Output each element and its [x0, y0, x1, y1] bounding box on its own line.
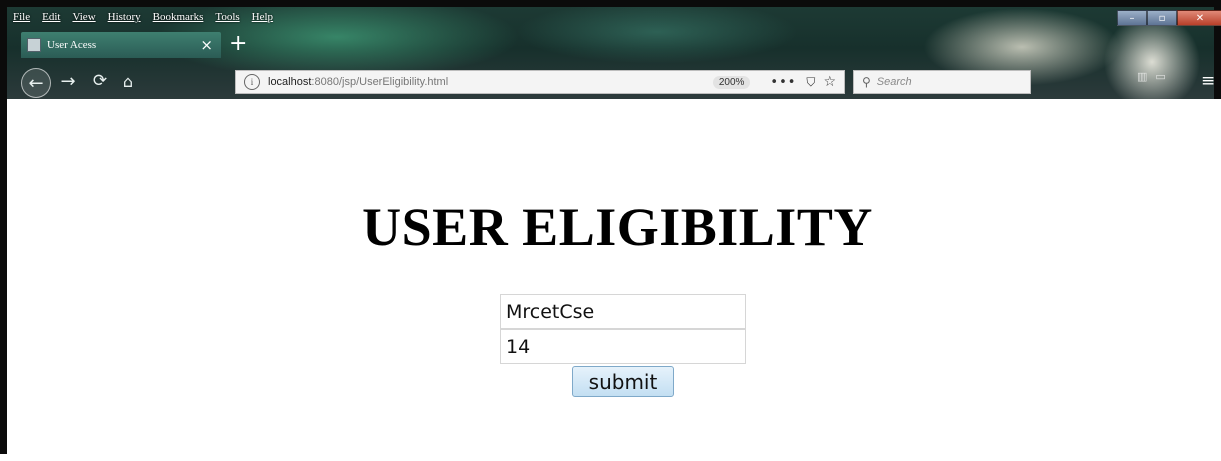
minimize-button[interactable]: –: [1117, 10, 1147, 26]
toolbar-right-icons: ▥ ▭: [1137, 70, 1166, 83]
navigation-toolbar: ← → ⟳ ⌂ i localhost:8080/jsp/UserEligibi…: [7, 65, 1215, 99]
menu-help[interactable]: Help: [252, 11, 273, 29]
page-favicon-icon: [27, 38, 41, 52]
hamburger-menu-icon[interactable]: ≡: [1201, 71, 1215, 91]
library-icon[interactable]: ▥: [1137, 70, 1147, 83]
forward-arrow-icon[interactable]: →: [57, 68, 79, 94]
page-content: USER ELIGIBILITY MrcetCse 14 submit: [14, 99, 1221, 461]
zoom-indicator[interactable]: 200%: [712, 75, 751, 89]
close-window-button[interactable]: ✕: [1177, 10, 1221, 26]
bookmark-star-icon[interactable]: ☆: [823, 74, 836, 90]
tab-title: User Acess: [47, 39, 97, 51]
age-input[interactable]: 14: [500, 329, 746, 364]
url-host: localhost: [268, 76, 312, 88]
search-icon: ⚲: [862, 75, 871, 89]
site-info-icon[interactable]: i: [244, 74, 260, 90]
maximize-button[interactable]: ▫: [1147, 10, 1177, 26]
search-box[interactable]: ⚲ Search: [853, 70, 1031, 94]
menu-bar: File Edit View History Bookmarks Tools H…: [13, 11, 273, 29]
page-title: USER ELIGIBILITY: [362, 197, 873, 257]
window-controls: – ▫ ✕: [1117, 10, 1221, 26]
menu-bookmarks[interactable]: Bookmarks: [153, 11, 204, 29]
tab-user-acess[interactable]: User Acess ×: [21, 32, 221, 58]
home-icon[interactable]: ⌂: [117, 68, 139, 94]
menu-edit[interactable]: Edit: [42, 11, 60, 29]
browser-window: File Edit View History Bookmarks Tools H…: [0, 0, 1221, 461]
pocket-icon[interactable]: ⛉: [806, 75, 815, 90]
reload-icon[interactable]: ⟳: [89, 68, 111, 94]
back-arrow-icon[interactable]: ←: [21, 68, 51, 98]
url-text[interactable]: localhost:8080/jsp/UserEligibility.html: [268, 76, 713, 88]
page-actions-icon[interactable]: •••: [770, 75, 796, 90]
browser-chrome: File Edit View History Bookmarks Tools H…: [7, 7, 1221, 99]
submit-button[interactable]: submit: [572, 366, 674, 397]
url-path: :8080/jsp/UserEligibility.html: [311, 76, 449, 88]
tab-close-icon[interactable]: ×: [200, 36, 213, 54]
menu-history[interactable]: History: [108, 11, 141, 29]
menu-file[interactable]: File: [13, 11, 30, 29]
menu-tools[interactable]: Tools: [215, 11, 239, 29]
new-tab-button[interactable]: +: [229, 33, 247, 55]
url-bar[interactable]: i localhost:8080/jsp/UserEligibility.htm…: [235, 70, 845, 94]
search-placeholder: Search: [876, 76, 912, 88]
menu-view[interactable]: View: [72, 11, 95, 29]
sidebar-icon[interactable]: ▭: [1155, 70, 1165, 83]
username-input[interactable]: MrcetCse: [500, 294, 746, 329]
